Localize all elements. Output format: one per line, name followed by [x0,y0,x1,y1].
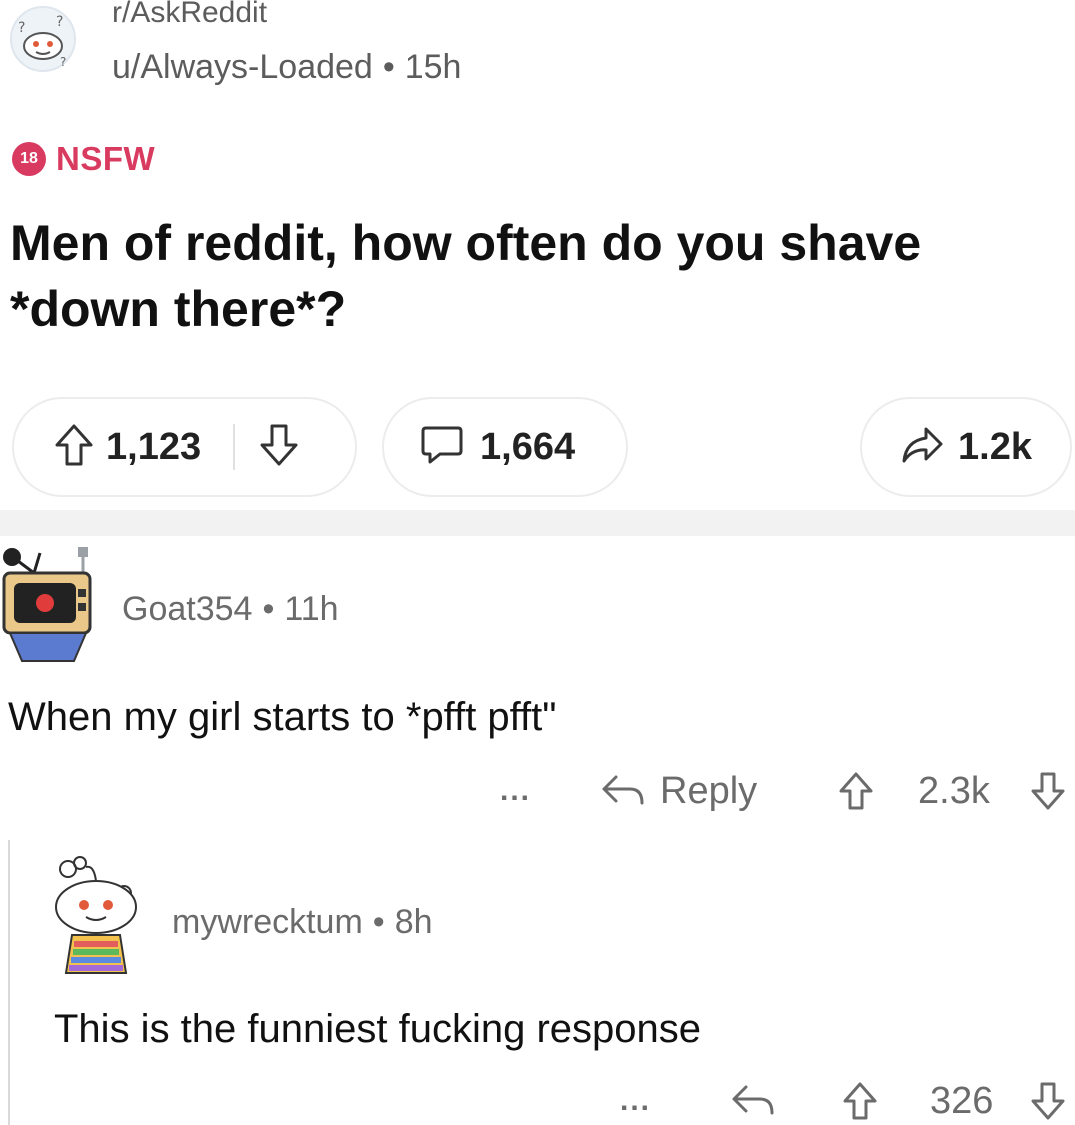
meta-separator: • [372,903,385,941]
reply-arrow-icon [732,1085,774,1115]
post-comments-button[interactable]: 1,664 [382,397,628,497]
svg-text:?: ? [60,55,66,69]
tv-avatar-icon [2,547,92,662]
post-comment-count: 1,664 [480,425,576,468]
reply-score: 326 [930,1079,994,1122]
post-share-count: 1.2k [958,425,1032,468]
upvote-button[interactable] [838,765,874,817]
post-author[interactable]: u/Always-Loaded [112,48,373,86]
comment-actions: ... Reply 2.3k [500,765,1075,817]
comment-body: When my girl starts to *pfft pfft" [8,695,557,739]
reply-username[interactable]: mywrecktum [172,903,363,941]
post-header: ? ? ? r/AskReddit u/Always-Loaded • 15h [0,0,1075,110]
arrow-up-icon [55,424,93,465]
arrow-down-icon [260,424,298,465]
nsfw-18-icon: 18 [12,142,46,176]
reply-meta: mywrecktum • 8h [172,903,433,942]
meta-separator: • [382,48,395,86]
share-arrow-icon [900,425,944,470]
downvote-button[interactable] [1030,1075,1066,1125]
meta-separator: • [262,590,275,628]
post-age: 15h [404,48,462,86]
reply-button[interactable] [730,1075,776,1125]
more-options-button[interactable]: ... [620,1075,651,1125]
post-share-button[interactable]: 1.2k [860,397,1072,497]
nsfw-label: NSFW [56,140,156,177]
post-title[interactable]: Men of reddit, how often do you shave *d… [10,210,1070,342]
comment-age: 11h [284,590,339,628]
askreddit-snoo-icon: ? ? ? [18,14,66,69]
arrow-up-icon [843,1082,877,1120]
arrow-down-icon [1031,1082,1065,1120]
svg-text:?: ? [56,14,63,30]
reply-age: 8h [394,903,433,941]
reply-actions: ... 326 [620,1075,1075,1125]
reply-avatar[interactable] [46,855,142,975]
comment-avatar[interactable] [0,545,96,665]
downvote-button[interactable] [1030,765,1066,817]
reply-label: Reply [660,769,758,812]
arrow-down-icon [1031,772,1065,810]
vote-divider [233,424,236,470]
post-author-line: u/Always-Loaded • 15h [112,48,461,87]
post-upvote-count: 1,123 [106,425,202,468]
snoo-avatar-icon [55,856,137,974]
comment-score: 2.3k [918,769,990,812]
comment-username[interactable]: Goat354 [122,590,252,628]
svg-text:?: ? [18,20,25,36]
thread-line[interactable] [8,840,10,1125]
subreddit-avatar[interactable]: ? ? ? [10,6,76,72]
reply-body: This is the funniest fucking response [54,1007,702,1051]
reply-button[interactable]: Reply [600,765,757,817]
speech-bubble-icon [420,424,464,471]
downvote-button[interactable] [259,423,299,472]
post-vote-pill: 1,123 [12,397,357,497]
nsfw-tag: 18 NSFW [12,140,155,178]
arrow-up-icon [839,772,873,810]
reply-arrow-icon [602,775,644,805]
upvote-button[interactable] [54,423,94,472]
upvote-button[interactable] [842,1075,878,1125]
subreddit-name[interactable]: r/AskReddit [112,0,267,30]
comment-meta: Goat354 • 11h [122,590,339,629]
section-divider [0,510,1075,536]
more-options-button[interactable]: ... [500,765,531,817]
